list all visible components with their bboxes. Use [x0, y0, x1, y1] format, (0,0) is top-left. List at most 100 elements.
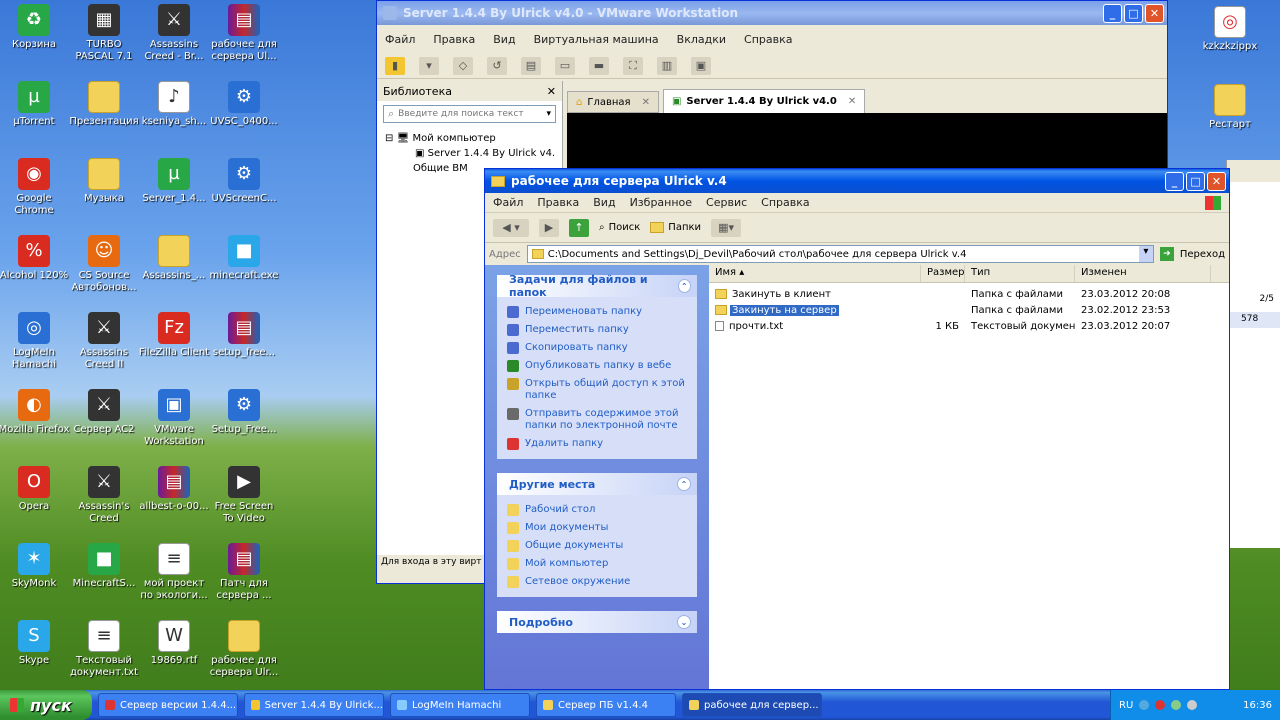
desktop-icon[interactable]: % Alcohol 120% [0, 235, 70, 282]
desktop-icon[interactable]: ☺ CS Source Автобонов... [68, 235, 140, 294]
desktop-icon[interactable]: ✶ SkyMonk [0, 543, 70, 590]
unity-icon[interactable]: ▥ [657, 56, 677, 75]
desktop-icon[interactable]: ▤ allbest-o-00... [138, 466, 210, 513]
desktop-icon-restart[interactable]: Рестарт [1194, 84, 1266, 131]
menu-tools[interactable]: Сервис [706, 196, 747, 209]
close-button[interactable]: ✕ [1145, 3, 1164, 23]
back-button[interactable]: ◀ ▾ [493, 218, 529, 237]
close-icon[interactable]: ✕ [547, 85, 556, 98]
task-item[interactable]: Скопировать папку [497, 339, 697, 357]
menu-tabs[interactable]: Вкладки [677, 33, 726, 46]
desktop-icon[interactable]: S Skype [0, 620, 70, 667]
file-tasks-header[interactable]: Задачи для файлов и папок ⌃ [497, 273, 697, 299]
close-icon[interactable]: ✕ [642, 97, 650, 108]
minimize-button[interactable]: _ [1165, 171, 1184, 191]
go-arrow-icon[interactable]: ➜ [1159, 247, 1174, 261]
menu-vm[interactable]: Виртуальная машина [534, 33, 659, 46]
vmware-titlebar[interactable]: Server 1.4.4 By Ulrick v4.0 - VMware Wor… [377, 1, 1167, 25]
taskbar-button[interactable]: рабочее для сервер... [682, 693, 822, 717]
desktop-icon[interactable]: ⚔ Сервер AC2 [68, 389, 140, 436]
desktop-icon[interactable]: ⚙ UVScreenC... [208, 158, 280, 205]
desktop-icon[interactable]: Музыка [68, 158, 140, 205]
desktop-icon[interactable]: µ µTorrent [0, 81, 70, 128]
desktop-icon[interactable]: Презентация [68, 81, 140, 128]
chevron-down-icon[interactable]: ▾ [1138, 246, 1153, 262]
desktop-icon-kzkzkzippx[interactable]: ◎ kzkzkzippx [1194, 6, 1266, 53]
close-button[interactable]: ✕ [1207, 171, 1226, 191]
desktop-icon[interactable]: ⚙ Setup_Free... [208, 389, 280, 436]
desktop-icon[interactable]: ▤ Патч для сервера ... [208, 543, 280, 602]
taskbar-button[interactable]: LogMeIn Hamachi [390, 693, 530, 717]
task-item[interactable]: Удалить папку [497, 435, 697, 453]
other-places-header[interactable]: Другие места ⌃ [497, 473, 697, 495]
desktop-icon[interactable]: O Opera [0, 466, 70, 513]
desktop-icon[interactable]: ▶ Free Screen To Video [208, 466, 280, 525]
desktop-icon[interactable]: ≡ Текстовый документ.txt [68, 620, 140, 679]
menu-view[interactable]: Вид [493, 33, 515, 46]
menu-edit[interactable]: Правка [433, 33, 475, 46]
desktop-icon[interactable]: ⚙ UVSC_0400... [208, 81, 280, 128]
forward-button[interactable]: ▶ [539, 218, 559, 237]
thumbnail-icon[interactable]: ▣ [691, 56, 711, 75]
place-item[interactable]: Мой компьютер [497, 555, 697, 573]
search-button[interactable]: ⌕ Поиск [599, 222, 640, 233]
task-item[interactable]: Опубликовать папку в вебе [497, 357, 697, 375]
quick-switch-icon[interactable]: ▬ [589, 56, 609, 75]
desktop-icon[interactable]: ▤ рабочее для сервера Ul... [208, 4, 280, 63]
desktop-icon[interactable]: рабочее для сервера Ulr... [208, 620, 280, 679]
column-size[interactable]: Размер [921, 265, 965, 282]
folders-button[interactable]: Папки [650, 222, 701, 233]
language-indicator[interactable]: RU [1119, 700, 1133, 711]
maximize-button[interactable]: □ [1186, 171, 1205, 191]
desktop-icon[interactable]: ◎ LogMeIn Hamachi [0, 312, 70, 371]
maximize-button[interactable]: □ [1124, 3, 1143, 23]
file-row[interactable]: прочти.txt 1 КБ Текстовый документ 23.03.20… [709, 318, 1229, 334]
menu-file[interactable]: Файл [493, 196, 523, 209]
place-item[interactable]: Сетевое окружение [497, 573, 697, 591]
chevron-down-icon[interactable]: ▾ [546, 109, 551, 119]
place-item[interactable]: Рабочий стол [497, 501, 697, 519]
desktop-icon[interactable]: ◐ Mozilla Firefox [0, 389, 70, 436]
views-button[interactable]: ▦▾ [711, 218, 742, 237]
desktop-icon[interactable]: ♪ kseniya_sh... [138, 81, 210, 128]
desktop-icon[interactable]: ≡ мой проект по экологи... [138, 543, 210, 602]
place-item[interactable]: Общие документы [497, 537, 697, 555]
hamachi-tray-icon[interactable] [1171, 700, 1182, 710]
menu-view[interactable]: Вид [593, 196, 615, 209]
desktop-icon[interactable]: Fz FileZilla Client [138, 312, 210, 359]
tab-home[interactable]: ⌂ Главная ✕ [567, 91, 659, 113]
column-modified[interactable]: Изменен [1075, 265, 1211, 282]
task-item[interactable]: Отправить содержимое этой папки по элект… [497, 405, 697, 435]
fullscreen-icon[interactable]: ⛶ [623, 56, 643, 75]
task-item[interactable]: Переместить папку [497, 321, 697, 339]
revert-icon[interactable]: ↺ [487, 56, 507, 75]
desktop-icon[interactable]: ⚔ Assassins Creed - Br... [138, 4, 210, 63]
menu-edit[interactable]: Правка [537, 196, 579, 209]
menu-help[interactable]: Справка [761, 196, 809, 209]
library-search-input[interactable] [398, 109, 529, 119]
desktop-icon[interactable]: ◉ Google Chrome [0, 158, 70, 217]
task-item[interactable]: Переименовать папку [497, 303, 697, 321]
antivirus-icon[interactable] [1155, 700, 1166, 710]
expand-icon[interactable]: ⌄ [677, 615, 691, 629]
snapshot-icon[interactable]: ◇ [453, 56, 473, 75]
tree-item-my-computer[interactable]: ⊟ 🖥 Мой компьютер [385, 131, 554, 146]
collapse-icon[interactable]: ⌃ [677, 477, 691, 491]
power-icon[interactable]: ▮ [385, 56, 405, 75]
file-row[interactable]: Закинуть на сервер Папка с файлами 23.02.2… [709, 302, 1229, 318]
close-icon[interactable]: ✕ [848, 96, 856, 107]
details-header[interactable]: Подробно ⌄ [497, 611, 697, 633]
column-type[interactable]: Тип [965, 265, 1075, 282]
place-item[interactable]: Мои документы [497, 519, 697, 537]
desktop-icon[interactable]: ■ MinecraftS... [68, 543, 140, 590]
desktop-icon[interactable]: ▦ TURBO PASCAL 7.1 [68, 4, 140, 63]
task-item[interactable]: Открыть общий доступ к этой папке [497, 375, 697, 405]
file-row[interactable]: Закинуть в клиент Папка с файлами 23.03.20… [709, 286, 1229, 302]
desktop-icon[interactable]: ⚔ Assassin's Creed [68, 466, 140, 525]
taskbar-button[interactable]: Сервер ПБ v1.4.4 [536, 693, 676, 717]
column-name[interactable]: Имя ▴ [709, 265, 921, 282]
desktop-icon[interactable]: Assassins_... [138, 235, 210, 282]
desktop-icon[interactable]: ⚔ Assassins Creed II [68, 312, 140, 371]
go-button[interactable]: Переход [1180, 249, 1225, 260]
explorer-titlebar[interactable]: рабочее для сервера Ulrick v.4 _ □ ✕ [485, 169, 1229, 193]
